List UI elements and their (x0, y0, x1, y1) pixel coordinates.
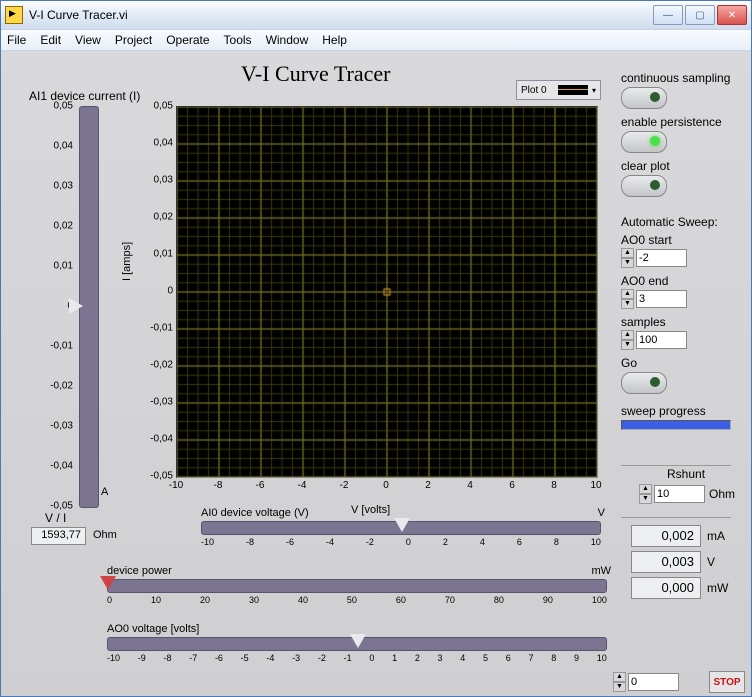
unit-ma: mA (707, 529, 725, 543)
menu-window[interactable]: Window (266, 33, 309, 47)
ai0-voltage-label: AI0 device voltage (V) (201, 507, 309, 519)
samples-label: samples (621, 315, 743, 329)
menubar: File Edit View Project Operate Tools Win… (1, 30, 751, 51)
titlebar[interactable]: V-I Curve Tracer.vi — ▢ ✕ (1, 1, 751, 30)
page-title: V-I Curve Tracer (241, 61, 391, 87)
plot-ylabel: I [amps] (121, 242, 133, 281)
unit-v: V (707, 555, 715, 569)
window-title: V-I Curve Tracer.vi (29, 8, 653, 22)
plot-legend-swatch (558, 85, 588, 95)
ao0-start-input[interactable]: ▲▼ (621, 248, 743, 268)
front-panel: V-I Curve Tracer AI1 device current (I) … (1, 51, 751, 696)
enable-persistence-toggle[interactable] (621, 131, 667, 153)
ao0-start-label: AO0 start (621, 233, 743, 247)
samples-input[interactable]: ▲▼ (621, 330, 743, 350)
rshunt-label: Rshunt (667, 467, 705, 481)
separator (621, 517, 731, 518)
continuous-sampling-toggle[interactable] (621, 87, 667, 109)
ai0-voltage-unit: V (598, 507, 605, 519)
ao0-end-field[interactable] (636, 290, 687, 308)
gauge-unit: A (101, 486, 108, 498)
close-button[interactable]: ✕ (717, 5, 747, 25)
ao0-end-label: AO0 end (621, 274, 743, 288)
device-power-unit: mW (591, 565, 611, 577)
slider-knob[interactable] (100, 576, 116, 590)
rshunt-input[interactable]: ▲▼ Ohm (639, 484, 735, 504)
app-window: V-I Curve Tracer.vi — ▢ ✕ File Edit View… (0, 0, 752, 697)
separator (621, 465, 731, 466)
spin-up-icon[interactable]: ▲ (621, 289, 634, 299)
plot-area: Plot 0 ▾ I [amps] V [volts] 0,050,040,03… (121, 106, 601, 536)
ao0-start-field[interactable] (636, 249, 687, 267)
readout-v: 0,003 (631, 551, 701, 573)
menu-tools[interactable]: Tools (224, 33, 252, 47)
chevron-down-icon[interactable]: ▾ (592, 86, 596, 95)
rshunt-unit: Ohm (709, 487, 735, 501)
menu-operate[interactable]: Operate (166, 33, 209, 47)
plot-xlabel: V [volts] (351, 504, 390, 516)
menu-file[interactable]: File (7, 33, 26, 47)
ai0-voltage-slider[interactable]: AI0 device voltage (V) V -10-8-6-4-20246… (201, 521, 601, 547)
spin-up-icon[interactable]: ▲ (613, 672, 626, 682)
sweep-progress-label: sweep progress (621, 404, 743, 418)
menu-help[interactable]: Help (322, 33, 347, 47)
ao0-value-field[interactable] (628, 673, 679, 691)
enable-persistence-label: enable persistence (621, 115, 743, 129)
ao0-voltage-label: AO0 voltage [volts] (107, 623, 199, 635)
spin-down-icon[interactable]: ▼ (639, 494, 652, 504)
spin-up-icon[interactable]: ▲ (621, 330, 634, 340)
minimize-button[interactable]: — (653, 5, 683, 25)
menu-view[interactable]: View (75, 33, 101, 47)
app-icon (5, 6, 23, 24)
spin-up-icon[interactable]: ▲ (639, 484, 652, 494)
automatic-sweep-label: Automatic Sweep: (621, 215, 743, 229)
rshunt-field[interactable] (654, 485, 705, 503)
vi-label: V / I (45, 511, 66, 525)
device-power-slider[interactable]: device power mW 0102030405060708090100 (107, 579, 607, 605)
vi-unit: Ohm (93, 529, 117, 541)
device-power-label: device power (107, 565, 172, 577)
vi-value: 1593,77 (31, 527, 86, 545)
clear-plot-label: clear plot (621, 159, 743, 173)
go-label: Go (621, 356, 743, 370)
readouts: 0,002 mA 0,003 V 0,000 mW (631, 525, 741, 603)
ai1-current-gauge[interactable]: 0,050,040,030,020,010-0,01-0,02-0,03-0,0… (41, 106, 101, 506)
gauge-knob[interactable] (69, 298, 83, 314)
menu-edit[interactable]: Edit (40, 33, 61, 47)
maximize-button[interactable]: ▢ (685, 5, 715, 25)
spin-down-icon[interactable]: ▼ (613, 682, 626, 692)
xy-plot[interactable] (176, 106, 598, 478)
menu-project[interactable]: Project (115, 33, 152, 47)
sweep-progress-bar (621, 420, 731, 430)
ao0-value-input[interactable]: ▲▼ (613, 672, 679, 692)
right-controls: continuous sampling enable persistence c… (621, 65, 743, 430)
ao0-voltage-slider[interactable]: AO0 voltage [volts] -10-9-8-7-6-5-4-3-2-… (107, 637, 607, 663)
stop-button[interactable]: STOP (709, 671, 745, 693)
plot-legend-label: Plot 0 (521, 85, 547, 96)
ai1-current-label: AI1 device current (I) (29, 89, 140, 103)
samples-field[interactable] (636, 331, 687, 349)
spin-down-icon[interactable]: ▼ (621, 258, 634, 268)
spin-down-icon[interactable]: ▼ (621, 299, 634, 309)
continuous-sampling-label: continuous sampling (621, 71, 743, 85)
slider-knob[interactable] (394, 518, 410, 532)
spin-down-icon[interactable]: ▼ (621, 340, 634, 350)
slider-knob[interactable] (350, 634, 366, 648)
go-button[interactable] (621, 372, 667, 394)
clear-plot-button[interactable] (621, 175, 667, 197)
readout-ma: 0,002 (631, 525, 701, 547)
plot-legend[interactable]: Plot 0 ▾ (516, 80, 601, 100)
spin-up-icon[interactable]: ▲ (621, 248, 634, 258)
unit-mw: mW (707, 581, 728, 595)
readout-mw: 0,000 (631, 577, 701, 599)
ao0-end-input[interactable]: ▲▼ (621, 289, 743, 309)
